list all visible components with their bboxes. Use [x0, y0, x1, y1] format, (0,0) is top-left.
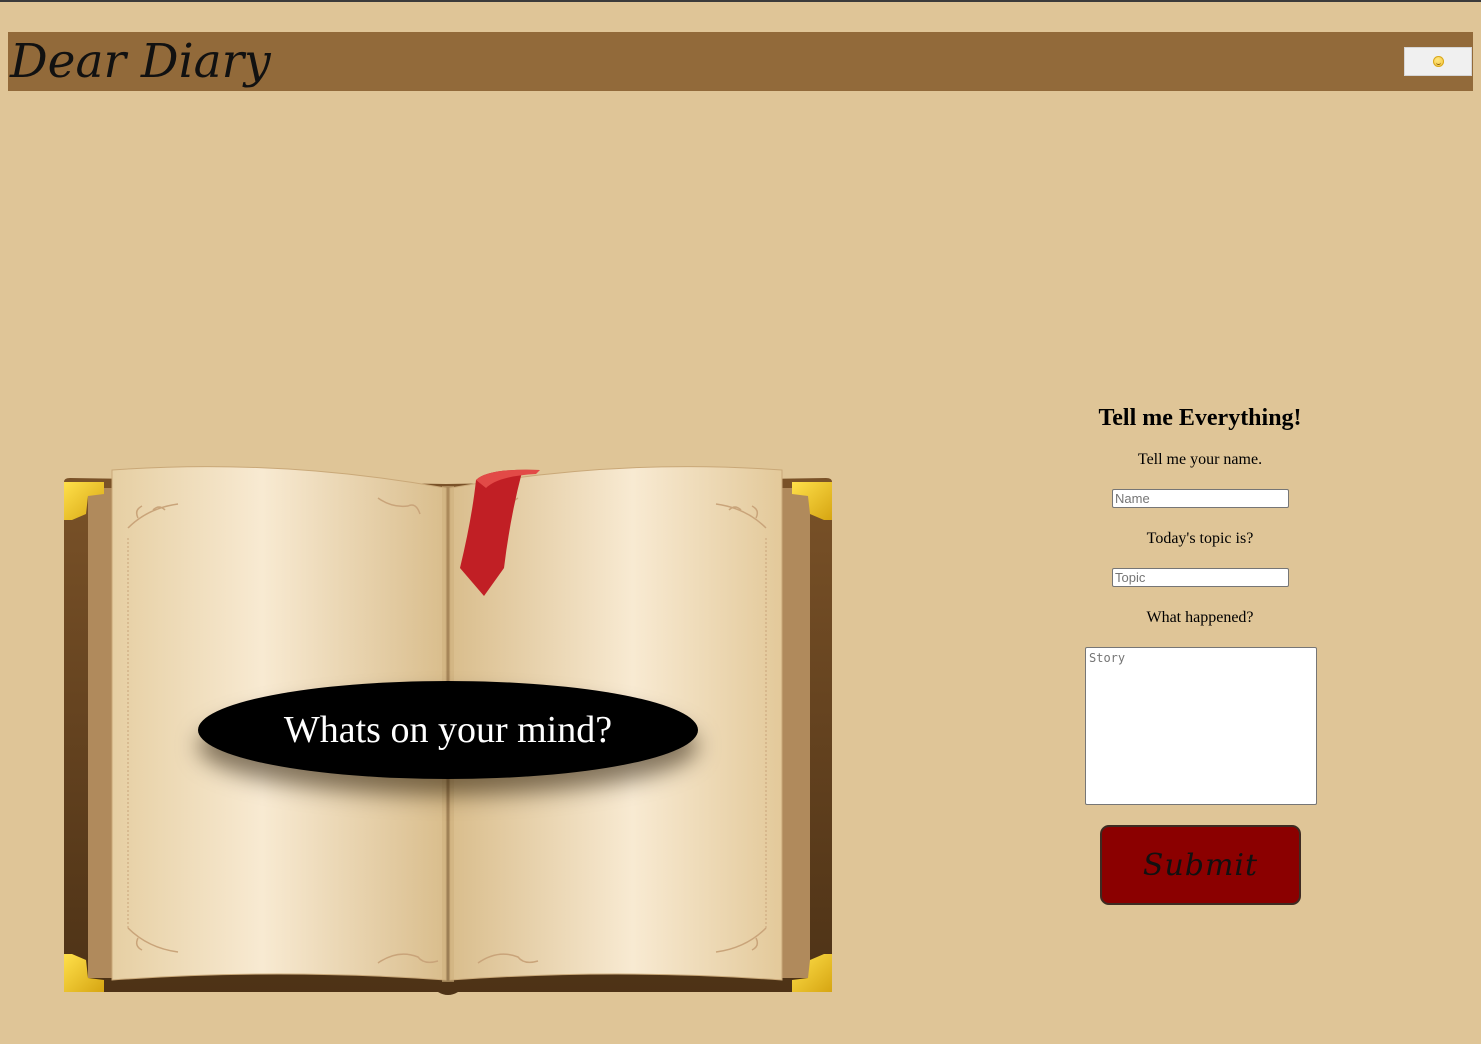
mood-button[interactable]: [1404, 47, 1472, 76]
mind-prompt-text: Whats on your mind?: [283, 709, 613, 751]
topic-input[interactable]: [1112, 568, 1289, 587]
smiley-face-icon: [1432, 56, 1444, 67]
story-label: What happened?: [1146, 609, 1254, 626]
site-header: Dear Diary: [8, 32, 1473, 91]
mind-prompt-bubble: Whats on your mind?: [198, 681, 698, 779]
submit-button[interactable]: Submit: [1100, 825, 1301, 905]
topic-label: Today's topic is?: [1146, 530, 1254, 547]
window-top-border: [0, 0, 1481, 2]
site-title: Dear Diary: [10, 34, 271, 89]
name-input[interactable]: [1112, 489, 1289, 508]
story-textarea[interactable]: [1085, 647, 1317, 805]
name-label: Tell me your name.: [1137, 451, 1263, 468]
form-title: Tell me Everything!: [1098, 405, 1302, 431]
